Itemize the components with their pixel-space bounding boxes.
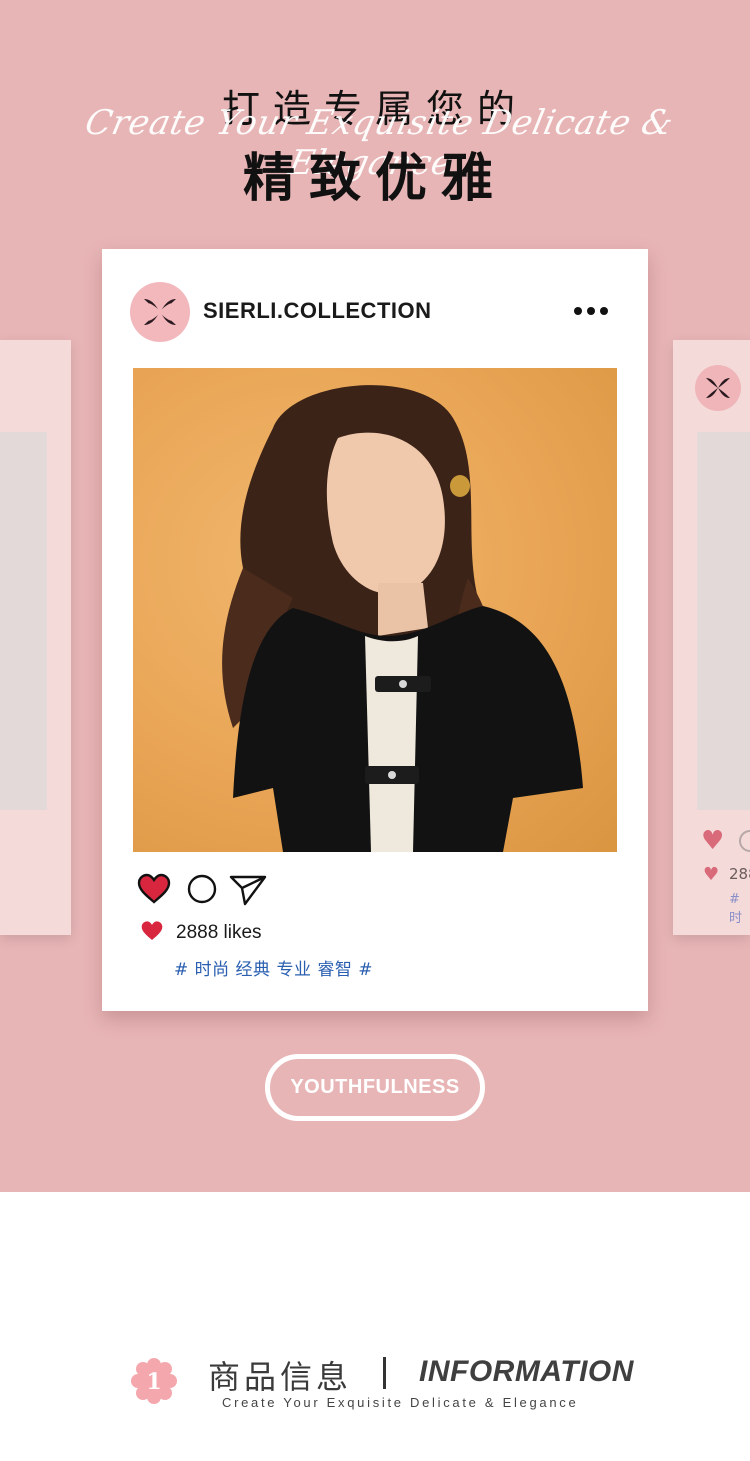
- likes-count: 2888 likes: [176, 922, 262, 943]
- brand-logo-icon[interactable]: [130, 282, 190, 342]
- likes-heart-icon: [140, 920, 164, 946]
- youthfulness-button[interactable]: YOUTHFULNESS: [265, 1054, 485, 1121]
- post-username[interactable]: SIERLI.COLLECTION: [203, 298, 432, 324]
- side-card-left[interactable]: [0, 340, 71, 935]
- side-tags: # 时: [729, 892, 743, 926]
- section-number: 1: [146, 1369, 161, 1395]
- hero-section: 打造专属您的 Create Your Exquisite Delicate & …: [0, 0, 750, 1192]
- post-hashtags[interactable]: # 时尚 经典 专业 睿智 #: [174, 955, 373, 980]
- share-icon[interactable]: [228, 873, 268, 911]
- section-number-badge: 1: [130, 1357, 178, 1405]
- post-photo: [133, 368, 617, 852]
- heart-icon[interactable]: ♥: [701, 828, 724, 854]
- brand-logo-icon: [695, 365, 741, 411]
- info-title-en: INFORMATION: [419, 1355, 634, 1388]
- info-subtitle: Create Your Exquisite Delicate & Eleganc…: [222, 1395, 579, 1410]
- heart-icon[interactable]: [137, 873, 171, 909]
- info-title-cn: 商品信息: [208, 1358, 353, 1396]
- side-card-left-image-placeholder: [0, 432, 47, 810]
- side-card-right[interactable]: ♥ ♥ 288 # 时: [673, 340, 750, 935]
- likes-heart-icon: ♥: [703, 864, 720, 885]
- side-card-right-image-placeholder: [697, 432, 750, 810]
- instagram-post-card: SIERLI.COLLECTION 2888 likes # 时尚 经典 专业 …: [102, 249, 648, 1011]
- side-likes-text: 288: [729, 865, 750, 883]
- headline-line2: 精致优雅: [242, 149, 507, 209]
- comment-icon[interactable]: [739, 830, 750, 852]
- more-dots-icon[interactable]: [574, 301, 614, 321]
- info-divider: [383, 1357, 386, 1389]
- youthfulness-label: YOUTHFULNESS: [290, 1076, 460, 1098]
- comment-icon[interactable]: [186, 873, 218, 909]
